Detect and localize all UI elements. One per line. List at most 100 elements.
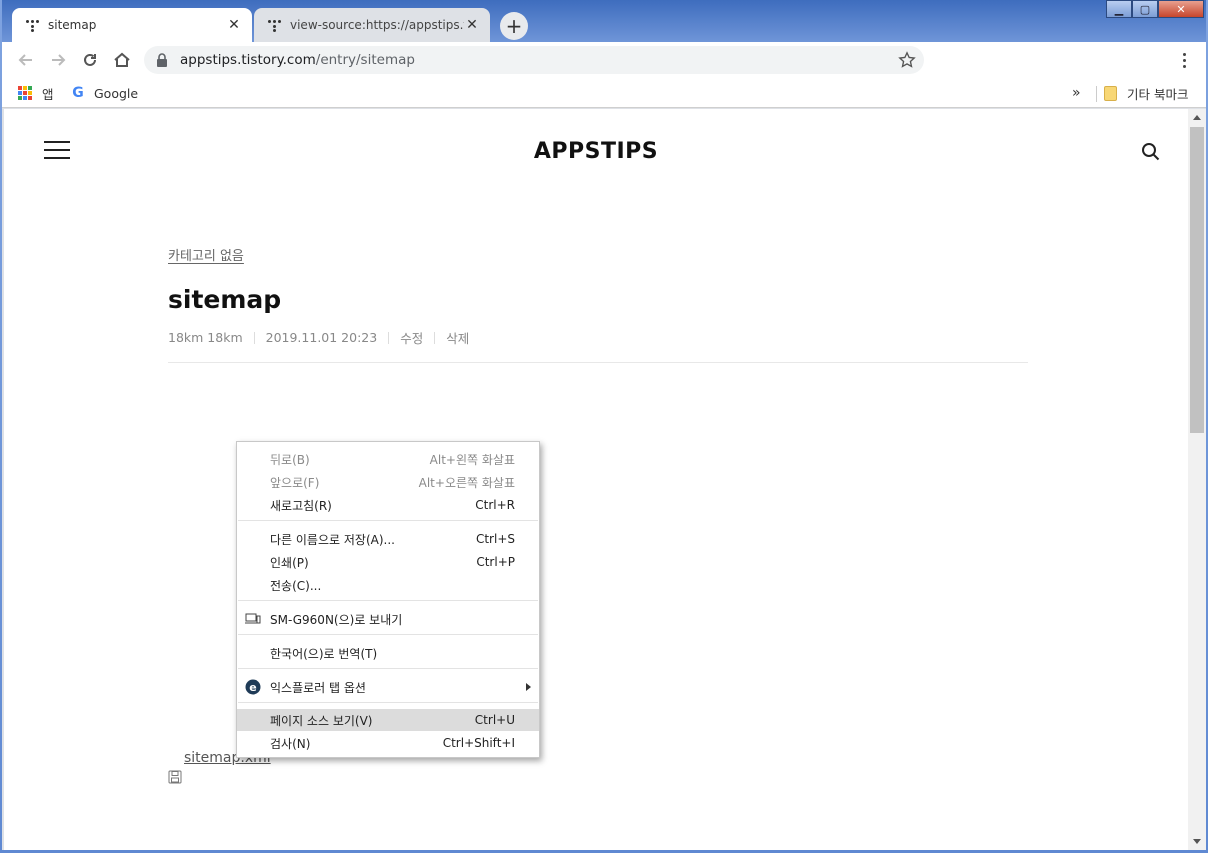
bookmark-other-label: 기타 북마크 <box>1127 86 1189 102</box>
arrow-right-icon <box>52 54 66 66</box>
bookmarks-divider <box>1096 86 1097 102</box>
menu-item-cast[interactable]: 전송(C)... <box>237 574 539 596</box>
tab-sitemap[interactable]: sitemap ✕ <box>12 8 252 42</box>
menu-item-translate[interactable]: 한국어(으)로 번역(T) <box>237 642 539 664</box>
header-divider <box>168 362 1028 363</box>
meta-divider <box>388 331 390 344</box>
browser-menu-icon[interactable] <box>1174 50 1194 70</box>
ie-tab-icon: e <box>245 679 261 695</box>
menu-item-shortcut: Ctrl+S <box>475 532 515 546</box>
lock-icon <box>157 53 167 67</box>
delete-link[interactable]: 삭제 <box>446 328 469 347</box>
menu-item-label: 검사(N) <box>270 736 311 751</box>
google-logo-icon: G <box>72 85 84 101</box>
menu-item-forward[interactable]: 앞으로(F) Alt+오른쪽 화살표 <box>237 471 539 493</box>
window-close-button[interactable]: ✕ <box>1158 0 1204 18</box>
address-bar[interactable]: appstips.tistory.com/entry/sitemap <box>144 46 924 74</box>
menu-item-label: 전송(C)... <box>270 578 322 593</box>
vertical-scrollbar[interactable] <box>1188 109 1206 850</box>
url-host: appstips.tistory.com <box>180 52 316 68</box>
menu-item-shortcut: Ctrl+Shift+I <box>442 736 515 750</box>
menu-item-shortcut: Alt+오른쪽 화살표 <box>418 475 515 490</box>
tab-strip: sitemap ✕ view-source:https://appstips.t… <box>2 0 1206 42</box>
site-title[interactable]: APPSTIPS <box>4 139 1188 164</box>
bookmark-apps[interactable]: 앱 <box>18 84 54 102</box>
bookmarks-overflow-button[interactable]: » <box>1072 84 1081 102</box>
menu-separator <box>238 702 538 703</box>
menu-item-inspect[interactable]: 검사(N) Ctrl+Shift+I <box>237 732 539 754</box>
home-button[interactable] <box>110 48 134 72</box>
tab-close-icon[interactable]: ✕ <box>464 17 480 33</box>
reload-icon <box>84 53 96 66</box>
bookmark-apps-label: 앱 <box>42 86 54 102</box>
menu-item-shortcut: Alt+왼쪽 화살표 <box>429 452 515 467</box>
menu-item-label: 뒤로(B) <box>270 452 310 467</box>
bookmarks-bar: 앱 G Google » 기타 북마크 <box>2 78 1206 108</box>
tistory-favicon-icon <box>266 17 282 33</box>
minimize-button[interactable]: ▁ <box>1106 0 1132 18</box>
menu-item-print[interactable]: 인쇄(P) Ctrl+P <box>237 551 539 573</box>
menu-item-label: 다른 이름으로 저장(A)... <box>270 532 395 547</box>
submenu-arrow-icon <box>526 683 531 691</box>
menu-separator <box>238 600 538 601</box>
context-menu: 뒤로(B) Alt+왼쪽 화살표 앞으로(F) Alt+오른쪽 화살표 새로고침… <box>236 441 540 758</box>
menu-item-label: SM-G960N(으)로 보내기 <box>270 612 403 627</box>
meta-divider <box>434 331 436 344</box>
post-date: 2019.11.01 20:23 <box>265 330 378 345</box>
post-title: sitemap <box>168 285 282 314</box>
post-meta: 18km 18km 2019.11.01 20:23 수정 삭제 <box>168 328 469 347</box>
menu-separator <box>238 668 538 669</box>
menu-item-label: 페이지 소스 보기(V) <box>270 713 373 728</box>
menu-item-shortcut: Ctrl+R <box>475 498 515 512</box>
folder-icon <box>1104 85 1117 101</box>
tab-view-source[interactable]: view-source:https://appstips.tistory.com… <box>254 8 490 42</box>
bookmark-google[interactable]: G Google <box>70 84 138 102</box>
menu-item-shortcut: Ctrl+P <box>476 555 515 569</box>
floppy-disk-icon <box>168 770 182 784</box>
tab-close-icon[interactable]: ✕ <box>226 17 242 33</box>
new-tab-button[interactable]: + <box>500 12 528 40</box>
menu-item-reload[interactable]: 새로고침(R) Ctrl+R <box>237 494 539 516</box>
browser-window: sitemap ✕ view-source:https://appstips.t… <box>2 0 1206 850</box>
edit-link[interactable]: 수정 <box>400 328 423 347</box>
scrollbar-thumb[interactable] <box>1190 127 1204 433</box>
menu-item-label: 앞으로(F) <box>270 475 320 490</box>
menu-separator <box>238 634 538 635</box>
back-button[interactable] <box>14 48 38 72</box>
maximize-button[interactable]: ▢ <box>1132 0 1158 18</box>
reload-button[interactable] <box>78 48 102 72</box>
menu-item-view-source[interactable]: 페이지 소스 보기(V) Ctrl+U <box>237 709 539 731</box>
tab-title: sitemap <box>48 18 97 32</box>
post-author: 18km 18km <box>168 330 243 345</box>
svg-text:e: e <box>249 681 256 694</box>
menu-item-ie-tab-options[interactable]: e 익스플로러 탭 옵션 <box>237 676 539 698</box>
menu-item-label: 인쇄(P) <box>270 555 309 570</box>
menu-item-save-as[interactable]: 다른 이름으로 저장(A)... Ctrl+S <box>237 528 539 550</box>
menu-item-back[interactable]: 뒤로(B) Alt+왼쪽 화살표 <box>237 448 539 470</box>
menu-item-send-to-device[interactable]: SM-G960N(으)로 보내기 <box>237 608 539 630</box>
scroll-up-arrow-icon[interactable] <box>1193 115 1201 120</box>
page-viewport: APPSTIPS 카테고리 없음 sitemap 18km 18km 2019.… <box>4 109 1188 850</box>
arrow-left-icon <box>18 54 32 66</box>
menu-item-label: 익스플로러 탭 옵션 <box>270 680 366 695</box>
scroll-down-arrow-icon[interactable] <box>1193 839 1201 844</box>
tab-title: view-source:https://appstips.tistory.com… <box>290 18 464 32</box>
category-link[interactable]: 카테고리 없음 <box>168 245 244 264</box>
search-icon[interactable] <box>1140 141 1162 163</box>
bookmark-other[interactable]: 기타 북마크 <box>1104 84 1188 102</box>
home-icon <box>114 52 130 67</box>
meta-divider <box>253 331 255 344</box>
menu-item-shortcut: Ctrl+U <box>474 713 515 727</box>
bookmark-google-label: Google <box>94 85 139 101</box>
url-path: /entry/sitemap <box>315 52 415 68</box>
window-controls: ▁ ▢ ✕ <box>1106 0 1204 18</box>
forward-button[interactable] <box>46 48 70 72</box>
browser-toolbar: appstips.tistory.com/entry/sitemap <box>2 42 1206 78</box>
bookmark-star-icon[interactable] <box>898 51 916 69</box>
menu-item-label: 새로고침(R) <box>270 498 332 513</box>
menu-separator <box>238 520 538 521</box>
tistory-favicon-icon <box>24 17 40 33</box>
apps-grid-icon <box>18 86 32 100</box>
devices-icon <box>245 613 261 624</box>
menu-item-label: 한국어(으)로 번역(T) <box>270 646 378 661</box>
